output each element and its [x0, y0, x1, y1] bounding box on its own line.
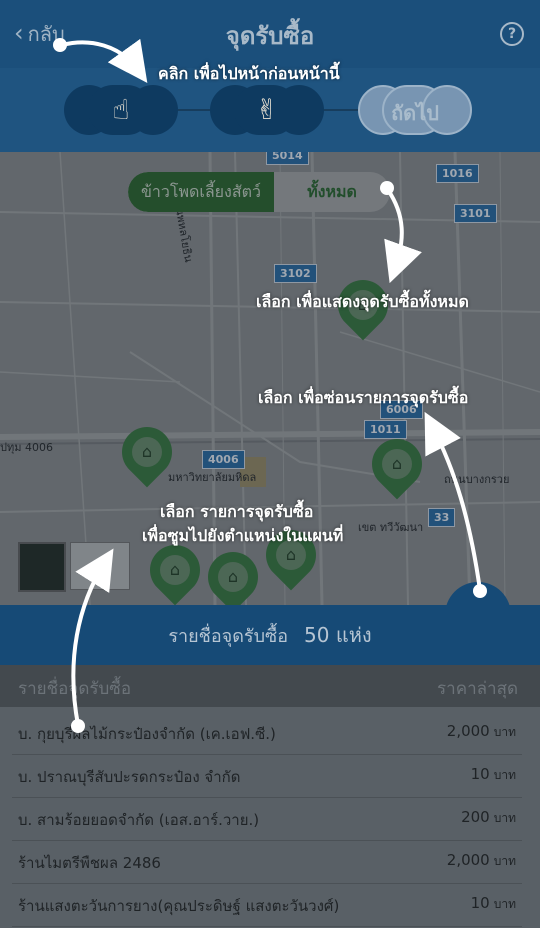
hint-zoom-2: เพื่อซูมไปยังตำแหน่งในแผนที่ [142, 526, 344, 545]
item-name: บ. กุยบุรีผลไม้กระป๋องจำกัด (เค.เอฟ.ซี.) [18, 725, 276, 743]
step-1: ☝ [64, 85, 178, 135]
hint-show-all: เลือก เพื่อแสดงจุดรับซื้อทั้งหมด [256, 292, 469, 311]
list-item[interactable]: ร้านแสงตะวันการยาง(คุณประดิษฐ์ แสงตะวันว… [12, 883, 522, 927]
item-price: 2,000 บาท [446, 851, 516, 869]
next-step-button[interactable]: ถัดไป [358, 85, 472, 135]
hint-zoom-1: เลือก รายการจุดรับซื้อ [160, 502, 314, 521]
hand-two-fingers-icon: ✌ [255, 93, 279, 126]
next-label: ถัดไป [391, 101, 439, 125]
item-name: ร้านไมตรีพืชผล 2486 [18, 854, 161, 872]
hint-hide-list: เลือก เพื่อซ่อนรายการจุดรับซื้อ [258, 388, 469, 407]
list-item[interactable]: บ. สามร้อยยอดจำกัด (เอส.อาร์.วาย.) 200 บา… [12, 797, 522, 841]
screen: ‹ กลับ จุดรับซื้อ ? ☝ ✌ ถัดไป 5014 1016 … [0, 0, 540, 928]
item-name: ร้านแสงตะวันการยาง(คุณประดิษฐ์ แสงตะวันว… [18, 897, 340, 915]
summary-count: 50 แห่ง [304, 623, 372, 647]
list-header: รายชื่อจุดรับซื้อ ราคาล่าสุด [0, 665, 540, 707]
list-item[interactable]: ร้านไมตรีพืชผล 2486 2,000 บาท [12, 840, 522, 884]
list-item[interactable]: บ. ปราณบุรีสับปะรดกระป๋อง จำกัด 10 บาท [12, 754, 522, 798]
help-icon[interactable]: ? [500, 22, 524, 46]
step-2: ✌ [210, 85, 324, 135]
app-header: ‹ กลับ จุดรับซื้อ ? [0, 0, 540, 68]
column-name-header: รายชื่อจุดรับซื้อ [18, 679, 132, 699]
buying-point-list: รายชื่อจุดรับซื้อ ราคาล่าสุด บ. กุยบุรีผ… [0, 665, 540, 928]
buying-point-summary: รายชื่อจุดรับซื้อ 50 แห่ง [0, 605, 540, 665]
summary-label: รายชื่อจุดรับซื้อ [168, 626, 289, 647]
column-price-header: ราคาล่าสุด [437, 679, 518, 699]
item-name: บ. สามร้อยยอดจำกัด (เอส.อาร์.วาย.) [18, 811, 260, 829]
item-price: 2,000 บาท [446, 722, 516, 740]
item-name: บ. ปราณบุรีสับปะรดกระป๋อง จำกัด [18, 768, 241, 786]
hand-one-finger-icon: ☝ [112, 93, 130, 126]
list-item[interactable]: บ. กุยบุรีผลไม้กระป๋องจำกัด (เค.เอฟ.ซี.)… [12, 711, 522, 755]
item-price: 200 บาท [461, 808, 516, 826]
item-price: 10 บาท [470, 894, 516, 912]
hint-back: คลิก เพื่อไปหน้าก่อนหน้านี้ [158, 64, 340, 83]
item-price: 10 บาท [470, 765, 516, 783]
page-title: จุดรับซื้อ [225, 22, 315, 50]
